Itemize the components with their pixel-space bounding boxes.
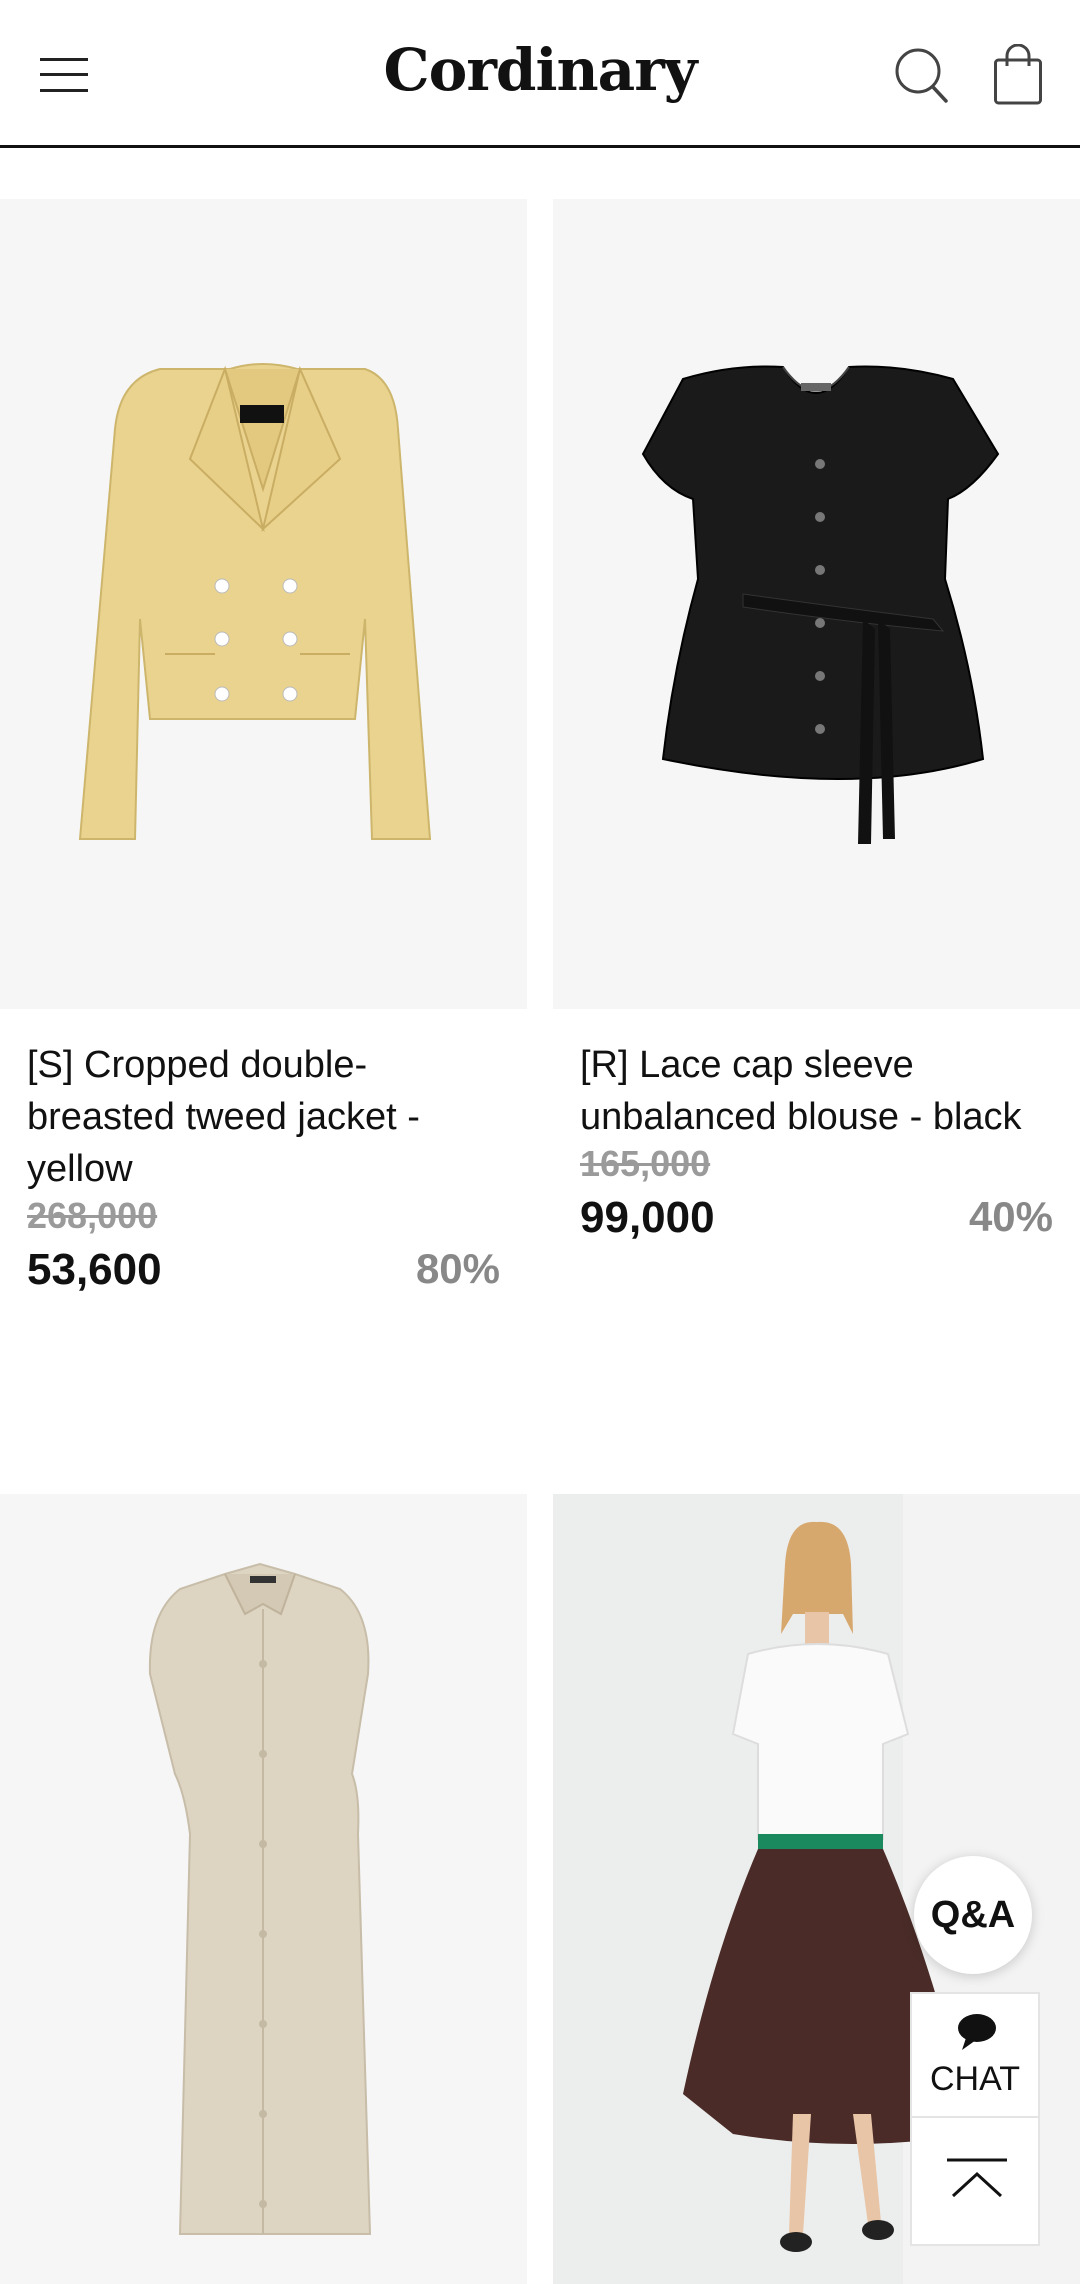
- dress-illustration: [148, 1562, 372, 2235]
- sale-price: 99,000: [580, 1193, 715, 1242]
- discount-rate: 80%: [415, 1245, 500, 1292]
- product-name[interactable]: [S] Cropped double-breasted tweed jacket…: [27, 1039, 497, 1195]
- discount-rate: 40%: [968, 1193, 1053, 1240]
- product-image[interactable]: [0, 199, 527, 1009]
- scroll-top-button[interactable]: [910, 2118, 1040, 2246]
- chat-button[interactable]: CHAT: [910, 1992, 1040, 2118]
- product-image[interactable]: [553, 199, 1080, 1009]
- original-price: 165,000: [580, 1143, 711, 1184]
- jacket-illustration: [78, 363, 432, 840]
- shopping-bag-icon[interactable]: [993, 44, 1043, 106]
- sale-price: 53,600: [27, 1245, 162, 1294]
- arrow-up-icon: [947, 2158, 1007, 2198]
- original-price: 268,000: [27, 1195, 158, 1236]
- product-image[interactable]: [0, 1494, 527, 2284]
- chat-bubble-icon: [958, 2014, 996, 2050]
- qa-button[interactable]: Q&A: [914, 1856, 1032, 1974]
- search-icon[interactable]: [893, 46, 949, 104]
- blouse-illustration: [641, 365, 1000, 844]
- site-header: Cordinary: [0, 0, 1080, 148]
- chat-label: CHAT: [929, 2060, 1021, 2098]
- product-name[interactable]: [R] Lace cap sleeve unbalanced blouse - …: [580, 1039, 1050, 1143]
